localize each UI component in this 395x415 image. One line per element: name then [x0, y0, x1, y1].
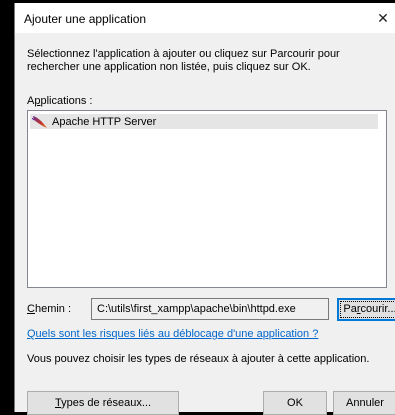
close-icon[interactable]: ✕	[371, 3, 395, 33]
applications-list[interactable]: Apache HTTP Server	[27, 110, 387, 288]
dialog-title: Ajouter une application	[24, 12, 147, 26]
browse-button[interactable]: Parcourir...	[337, 298, 395, 321]
app-name: Apache HTTP Server	[52, 115, 157, 128]
ok-button[interactable]: OK	[263, 391, 327, 415]
cancel-button[interactable]: Annuler	[333, 391, 395, 415]
network-types-button[interactable]: Types de réseaux...	[27, 391, 179, 415]
instructions-text: Sélectionnez l'application à ajouter ou …	[27, 48, 340, 73]
network-types-text: Vous pouvez choisir les types de réseaux…	[27, 353, 370, 365]
apache-feather-icon	[32, 115, 47, 128]
path-field[interactable]: C:\utils\first_xampp\apache\bin\httpd.ex…	[91, 298, 329, 320]
applications-label: Applications :	[27, 95, 93, 107]
risks-link[interactable]: Quels sont les risques liés au déblocage…	[27, 328, 318, 340]
path-label: Chemin :	[27, 303, 72, 315]
list-item[interactable]: Apache HTTP Server	[30, 114, 378, 129]
title-bar: Ajouter une application ✕	[15, 3, 395, 33]
add-application-dialog: Ajouter une application ✕ Sélectionnez l…	[14, 3, 395, 415]
